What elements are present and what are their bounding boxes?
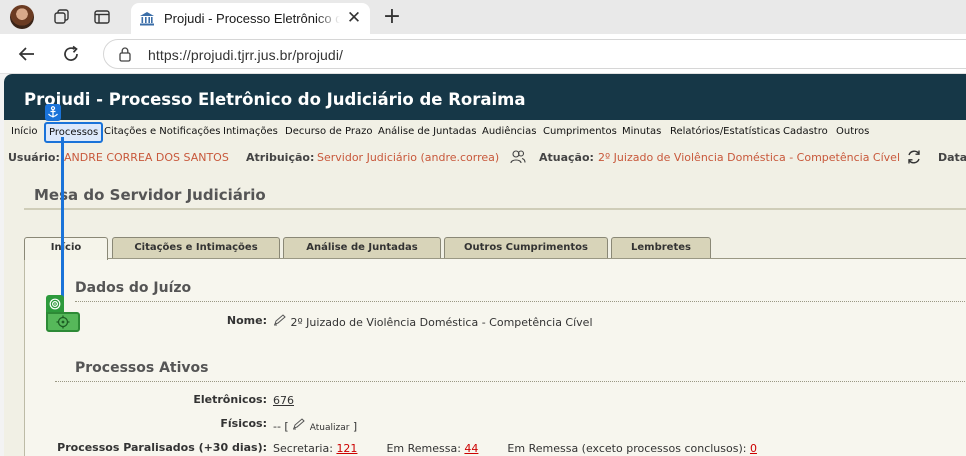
secretaria-label: Secretaria: <box>273 442 333 455</box>
profile-avatar[interactable] <box>10 5 34 29</box>
remessa-label: Em Remessa: <box>386 442 461 455</box>
user-info-bar: Usuário: ANDRE CORREA DOS SANTOS Atribui… <box>8 149 966 167</box>
annotation-connector-line <box>61 137 64 305</box>
paralisados-row: Secretaria: 121 Em Remessa: 44 Em Remess… <box>273 442 757 455</box>
workspaces-icon[interactable] <box>52 7 72 27</box>
browser-tab-strip: Projudi - Processo Eletrônico do Judiciá… <box>0 0 966 34</box>
eletronicos-value: 676 <box>273 394 294 407</box>
nome-row: 2º Juizado de Violência Doméstica - Comp… <box>273 314 593 329</box>
courthouse-icon <box>139 11 155 31</box>
panel-tabs: Início Citações e Intimações Análise de … <box>24 237 966 260</box>
data-label: Data <box>938 151 966 164</box>
menu-item-audiencias[interactable]: Audiências <box>482 126 536 137</box>
panel-title-divider <box>24 208 966 210</box>
processos-ativos-title: Processos Ativos <box>75 360 209 376</box>
tab-content-inicio: Dados do Juízo Nome: 2º Juizado de Violê… <box>24 259 966 456</box>
dados-juizo-title: Dados do Juízo <box>75 280 192 296</box>
reload-icon[interactable] <box>60 43 82 65</box>
switch-users-icon[interactable] <box>510 149 526 167</box>
menu-item-relatorios[interactable]: Relatórios/Estatísticas <box>670 126 780 137</box>
back-arrow-icon[interactable] <box>16 43 38 65</box>
fisicos-bracket-close: ] <box>352 420 358 433</box>
menu-item-processos[interactable]: Processos <box>44 122 104 143</box>
remessa-exceto-label: Em Remessa (exceto processos conclusos): <box>507 442 747 455</box>
menu-item-analise-juntadas[interactable]: Análise de Juntadas <box>378 126 476 137</box>
secretaria-count-link[interactable]: 121 <box>336 442 357 455</box>
lock-icon[interactable] <box>118 46 132 66</box>
menu-item-decurso-prazo[interactable]: Decurso de Prazo <box>285 126 372 137</box>
fisicos-label: Físicos: <box>220 417 267 430</box>
eletronicos-label: Eletrônicos: <box>193 393 267 406</box>
atribuicao-value: Servidor Judiciário (andre.correa) <box>317 151 500 164</box>
atualizar-pencil-icon[interactable] <box>292 418 310 433</box>
paralisados-label: Processos Paralisados (+30 dias): <box>57 441 267 454</box>
change-atuacao-icon[interactable] <box>906 149 922 167</box>
browser-tab-active[interactable]: Projudi - Processo Eletrônico do Judiciá… <box>131 3 370 34</box>
browser-tab-title: Projudi - Processo Eletrônico do Judiciá… <box>164 11 340 26</box>
remessa-exceto-count-link[interactable]: 0 <box>750 442 757 455</box>
fisicos-row: -- [ Atualizar ] <box>273 418 357 433</box>
new-tab-icon[interactable]: + <box>381 6 403 28</box>
remessa-count-link[interactable]: 44 <box>464 442 478 455</box>
panel-title: Mesa do Servidor Judiciário <box>34 186 266 204</box>
processos-ativos-divider <box>55 381 966 382</box>
atribuicao-label: Atribuição: <box>246 151 315 164</box>
tab-outros-cumprimentos[interactable]: Outros Cumprimentos <box>444 237 608 258</box>
atuacao-value: 2º Juizado de Violência Doméstica - Comp… <box>598 151 901 164</box>
nome-label: Nome: <box>226 314 267 327</box>
menu-item-inicio[interactable]: Início <box>11 126 37 137</box>
tab-citacoes-intimacoes[interactable]: Citações e Intimações <box>112 237 280 258</box>
site-title: Projudi - Processo Eletrônico do Judiciá… <box>24 90 526 109</box>
menu-item-minutas[interactable]: Minutas <box>622 126 661 137</box>
site-header: Projudi - Processo Eletrônico do Judiciá… <box>4 74 966 120</box>
projudi-page: Projudi - Processo Eletrônico do Judiciá… <box>4 74 966 456</box>
tab-lembretes[interactable]: Lembretes <box>611 237 711 258</box>
anchor-icon[interactable] <box>45 104 61 121</box>
tab-inicio[interactable]: Início <box>24 237 108 260</box>
url-field[interactable]: https://projudi.tjrr.jus.br/projudi/ <box>103 39 966 69</box>
dados-juizo-divider <box>75 301 966 302</box>
menu-item-intimacoes[interactable]: Intimações <box>223 126 278 137</box>
fisicos-value: -- [ <box>273 420 289 433</box>
url-text: https://projudi.tjrr.jus.br/projudi/ <box>148 47 344 63</box>
crosshair-target-icon[interactable] <box>46 312 80 332</box>
usuario-value: ANDRE CORREA DOS SANTOS <box>64 151 229 164</box>
tab-actions-icon[interactable] <box>92 7 112 27</box>
menu-item-cadastro[interactable]: Cadastro <box>783 126 828 137</box>
menu-item-cumprimentos[interactable]: Cumprimentos <box>543 126 617 137</box>
edit-pencil-icon[interactable] <box>273 314 291 329</box>
close-tab-icon[interactable]: ✕ <box>345 9 363 27</box>
target-icon[interactable] <box>46 295 64 312</box>
nome-value: 2º Juizado de Violência Doméstica - Comp… <box>290 316 593 329</box>
address-bar-row: https://projudi.tjrr.jus.br/projudi/ <box>0 34 966 74</box>
main-menu: Início Processos Citações e Notificações… <box>4 120 966 146</box>
tab-analise-juntadas[interactable]: Análise de Juntadas <box>283 237 441 258</box>
eletronicos-count-link[interactable]: 676 <box>273 394 294 407</box>
atualizar-link[interactable]: Atualizar <box>310 423 350 433</box>
usuario-label: Usuário: <box>8 151 60 164</box>
menu-item-citacoes[interactable]: Citações e Notificações <box>104 126 221 137</box>
atuacao-label: Atuação: <box>539 151 594 164</box>
menu-item-outros[interactable]: Outros <box>836 126 869 137</box>
